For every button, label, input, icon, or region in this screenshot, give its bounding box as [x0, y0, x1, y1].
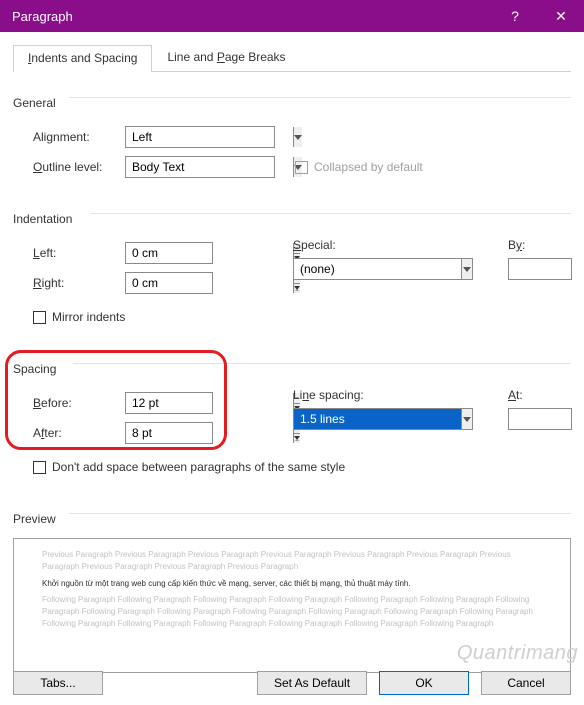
- dialog-footer: Tabs... Set As Default OK Cancel: [13, 671, 571, 695]
- after-spacing-label: After:: [33, 426, 125, 440]
- alignment-combo[interactable]: [125, 126, 275, 148]
- at-label: At:: [508, 388, 572, 402]
- mirror-indents-label: Mirror indents: [52, 310, 125, 324]
- dont-add-space-checkbox[interactable]: Don't add space between paragraphs of th…: [33, 460, 345, 474]
- preview-box: Previous Paragraph Previous Paragraph Pr…: [13, 538, 571, 673]
- linespacing-label: Line spacing:: [293, 388, 413, 402]
- set-as-default-button[interactable]: Set As Default: [257, 671, 367, 695]
- before-spacing-label: Before:: [33, 396, 125, 410]
- preview-following-text: Following Paragraph Following Paragraph …: [42, 594, 542, 630]
- special-label: Special:: [293, 238, 413, 252]
- dont-add-space-label: Don't add space between paragraphs of th…: [52, 460, 345, 474]
- checkbox-icon: [33, 311, 46, 324]
- outline-label: Outline level:: [33, 160, 125, 174]
- indentation-section: Indentation Left: Right:: [13, 204, 571, 338]
- checkbox-icon: [295, 161, 308, 174]
- at-value[interactable]: [509, 409, 584, 429]
- right-indent-label: Right:: [33, 276, 125, 290]
- collapsed-label: Collapsed by default: [314, 160, 423, 174]
- left-indent-spinner[interactable]: [125, 242, 213, 264]
- by-spinner[interactable]: [508, 258, 572, 280]
- after-spacing-spinner[interactable]: [125, 422, 213, 444]
- checkbox-icon: [33, 461, 46, 474]
- right-indent-spinner[interactable]: [125, 272, 213, 294]
- preview-sample-text: Khởi nguồn từ một trang web cung cấp kiế…: [42, 579, 542, 588]
- preview-previous-text: Previous Paragraph Previous Paragraph Pr…: [42, 549, 542, 573]
- by-label: By:: [508, 238, 572, 252]
- before-spacing-spinner[interactable]: [125, 392, 213, 414]
- ok-button[interactable]: OK: [379, 671, 469, 695]
- general-section: General Alignment: Outline level:: [13, 88, 571, 188]
- by-value[interactable]: [509, 259, 584, 279]
- help-button[interactable]: ?: [492, 0, 538, 32]
- preview-section: Preview Previous Paragraph Previous Para…: [13, 504, 571, 679]
- titlebar: Paragraph ? ✕: [0, 0, 584, 32]
- outline-combo[interactable]: [125, 156, 275, 178]
- outline-value[interactable]: [126, 157, 293, 177]
- window-title: Paragraph: [12, 9, 492, 24]
- left-indent-label: Left:: [33, 246, 125, 260]
- preview-heading: Preview: [13, 512, 56, 526]
- at-spinner[interactable]: [508, 408, 572, 430]
- spacing-section: Spacing Before: After:: [13, 354, 571, 488]
- spacing-heading: Spacing: [13, 362, 56, 376]
- alignment-label: Alignment:: [33, 130, 125, 144]
- tab-indents-spacing[interactable]: Indents and Spacing: [13, 45, 152, 72]
- collapsed-checkbox: Collapsed by default: [295, 160, 423, 174]
- alignment-dropdown-button[interactable]: [293, 127, 302, 147]
- chevron-down-icon: [294, 135, 302, 140]
- mirror-indents-checkbox[interactable]: Mirror indents: [33, 310, 125, 324]
- general-heading: General: [13, 96, 56, 110]
- tab-row: Indents and Spacing Line and Page Breaks: [13, 44, 571, 72]
- cancel-button[interactable]: Cancel: [481, 671, 571, 695]
- tabs-button[interactable]: Tabs...: [13, 671, 103, 695]
- alignment-value[interactable]: [126, 127, 293, 147]
- tab-line-page-breaks[interactable]: Line and Page Breaks: [152, 44, 300, 71]
- close-button[interactable]: ✕: [538, 0, 584, 32]
- indentation-heading: Indentation: [13, 212, 72, 226]
